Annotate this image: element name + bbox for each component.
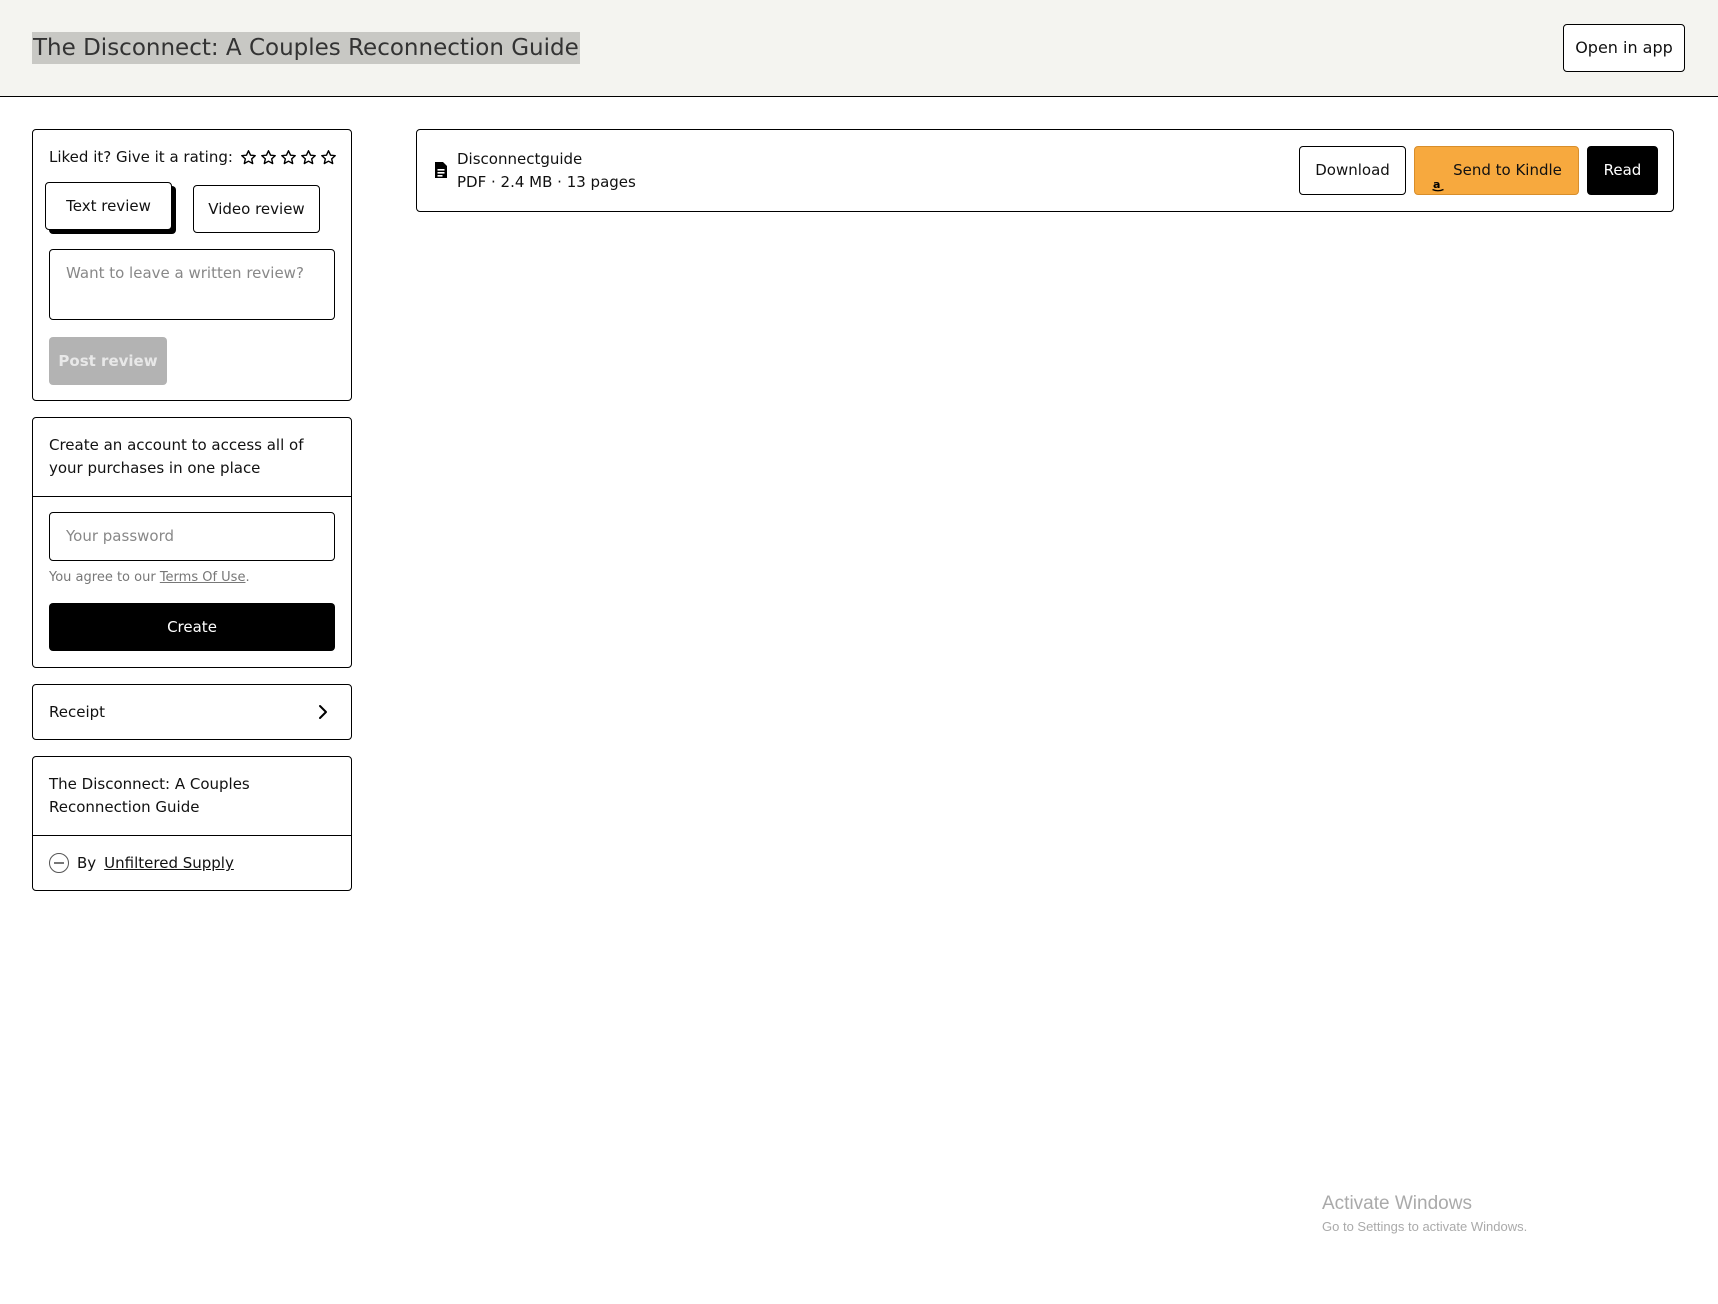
amazon-icon: a (1431, 164, 1445, 191)
avatar (49, 853, 69, 873)
review-textarea[interactable]: Want to leave a written review? (49, 249, 335, 320)
document-icon (434, 161, 448, 179)
open-in-app-button[interactable]: Open in app (1563, 24, 1685, 72)
rating-prompt: Liked it? Give it a rating: (49, 148, 233, 166)
chevron-right-icon (316, 703, 330, 721)
product-name: The Disconnect: A Couples Reconnection G… (49, 775, 250, 816)
review-card: Liked it? Give it a rating: Text review … (32, 129, 352, 401)
rating-row: Liked it? Give it a rating: (49, 148, 337, 166)
file-meta: PDF · 2.4 MB · 13 pages (457, 173, 636, 191)
activate-title: Activate Windows (1322, 1193, 1472, 1214)
seller-row: By Unfiltered Supply (49, 853, 234, 873)
star-icon[interactable] (280, 149, 297, 166)
password-input[interactable]: Your password (49, 512, 335, 561)
file-name: Disconnectguide (457, 150, 583, 168)
post-review-button[interactable]: Post review (49, 337, 167, 385)
account-card: Create an account to access all of your … (32, 417, 352, 668)
svg-text:a: a (1433, 178, 1440, 191)
divider (33, 835, 351, 836)
create-account-button[interactable]: Create (49, 603, 335, 651)
divider (33, 496, 351, 497)
activate-windows-watermark: Activate Windows Go to Settings to activ… (1322, 1193, 1527, 1234)
product-card: The Disconnect: A Couples Reconnection G… (32, 756, 352, 891)
page-title: The Disconnect: A Couples Reconnection G… (32, 32, 580, 64)
send-to-kindle-button[interactable]: a Send to Kindle (1414, 146, 1579, 195)
account-message: Create an account to access all of your … (49, 436, 304, 477)
rating-stars (240, 149, 337, 166)
star-icon[interactable] (240, 149, 257, 166)
by-label: By (77, 854, 97, 872)
tab-video-review[interactable]: Video review (193, 185, 320, 233)
tab-text-review[interactable]: Text review (45, 182, 172, 230)
activate-subtitle: Go to Settings to activate Windows. (1322, 1219, 1528, 1234)
read-button[interactable]: Read (1587, 146, 1658, 195)
receipt-row[interactable]: Receipt (32, 684, 352, 740)
receipt-label: Receipt (49, 703, 106, 721)
download-button[interactable]: Download (1299, 146, 1406, 195)
seller-link[interactable]: Unfiltered Supply (104, 854, 234, 872)
star-icon[interactable] (320, 149, 337, 166)
send-to-kindle-label: Send to Kindle (1453, 161, 1562, 179)
terms-text: You agree to our Terms Of Use. (49, 570, 250, 585)
star-icon[interactable] (300, 149, 317, 166)
terms-of-use-link[interactable]: Terms Of Use (160, 570, 246, 585)
file-card: Disconnectguide PDF · 2.4 MB · 13 pages … (416, 129, 1674, 212)
terms-prefix: You agree to our (49, 570, 160, 585)
terms-suffix: . (245, 570, 250, 585)
star-icon[interactable] (260, 149, 277, 166)
header: The Disconnect: A Couples Reconnection G… (0, 0, 1718, 97)
